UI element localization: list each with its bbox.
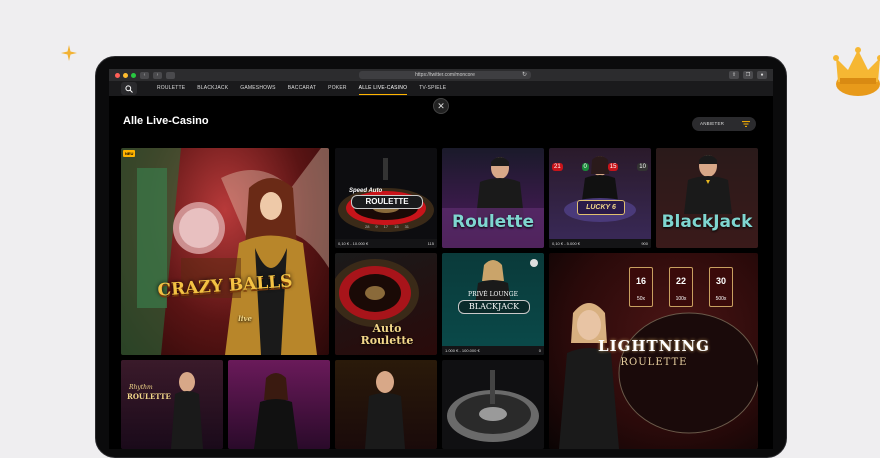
- maximize-window-button[interactable]: [131, 72, 136, 78]
- multiplier-card: 16 50x: [629, 267, 653, 307]
- browser-toolbar: ‹ › https://twitter.com/moncore ↻ ⇪ ❐ ●: [109, 69, 773, 81]
- nav-alle-live-casino[interactable]: ALLE LIVE-CASINO: [353, 81, 414, 96]
- player-count: 115: [427, 241, 434, 246]
- close-window-button[interactable]: [115, 72, 120, 78]
- multiplier-number: 22: [675, 276, 686, 286]
- game-tile-dealer-2[interactable]: [335, 360, 437, 449]
- back-button[interactable]: ‹: [140, 71, 149, 79]
- nav-roulette[interactable]: ROULETTE: [151, 81, 191, 96]
- close-button[interactable]: ✕: [433, 98, 449, 114]
- dealer-artwork: [365, 371, 405, 449]
- game-tile-auto-roulette[interactable]: Auto Roulette: [335, 253, 437, 355]
- blackjack-title: BlackJack: [661, 212, 753, 232]
- last-number: 15: [394, 224, 399, 229]
- game-tile-rhythm-roulette[interactable]: Rhythm ROULETTE: [121, 360, 223, 449]
- nav-poker[interactable]: POKER: [322, 81, 353, 96]
- multiplier-value: 50x: [636, 296, 646, 302]
- roulette-wheel-artwork: [447, 370, 539, 442]
- browser-screen: ‹ › https://twitter.com/moncore ↻ ⇪ ❐ ●: [109, 69, 773, 449]
- tile-caption: 0,10 € - 10.000 € 115: [335, 239, 437, 248]
- lightning-multipliers: 16 50x 22 100x 30 500x: [621, 267, 741, 307]
- crown-icon: [833, 47, 880, 96]
- multiplier-card: 30 500x: [709, 267, 733, 307]
- number-ball: 15: [607, 163, 619, 171]
- bet-limits: 1.000 € - 100.000 €: [445, 348, 480, 353]
- tabs-icon[interactable]: ❐: [743, 71, 753, 79]
- page-title: Alle Live-Casino: [123, 115, 209, 127]
- filter-icon: [742, 121, 750, 127]
- lightning-title: LIGHTNING: [598, 337, 710, 355]
- url-text: https://twitter.com/moncore: [415, 72, 475, 78]
- game-tile-prive-blackjack[interactable]: PRIVÉ LOUNGE BLACKJACK 1.000 € - 100.000…: [442, 253, 544, 355]
- forward-button[interactable]: ›: [153, 71, 162, 79]
- number-ball: 10: [637, 163, 648, 171]
- multiplier-number: 16: [635, 276, 646, 286]
- search-button[interactable]: [121, 82, 137, 95]
- game-tile-crazy-balls[interactable]: NEU CRAZY BALLS live: [121, 148, 329, 355]
- tile-caption: 1.000 € - 100.000 € 0: [442, 346, 544, 355]
- player-count: 900: [641, 241, 648, 246]
- last-number: 31: [404, 224, 410, 229]
- lucky6-numbers: 21 0 15 10: [549, 163, 651, 171]
- crazy-balls-artwork: [121, 148, 329, 355]
- provider-filter-button[interactable]: ANBIETER: [692, 117, 756, 131]
- prive-title: BLACKJACK: [458, 300, 530, 314]
- rhythm-pre: Rhythm: [129, 384, 153, 391]
- dealer-artwork: [171, 372, 203, 449]
- multiplier-value: 100x: [675, 296, 687, 302]
- extension-icon[interactable]: ●: [757, 71, 767, 79]
- address-bar[interactable]: https://twitter.com/moncore ↻: [359, 71, 531, 79]
- nav-baccarat[interactable]: BACCARAT: [282, 81, 322, 96]
- dealer-artwork: [442, 157, 544, 248]
- roulette-title: Roulette: [451, 212, 534, 232]
- sidebar-toggle-button[interactable]: [166, 71, 175, 79]
- lucky6-title: LUCKY 6: [577, 200, 625, 215]
- game-tile-blackjack[interactable]: BlackJack: [656, 148, 758, 248]
- prive-pre: PRIVÉ LOUNGE: [468, 291, 518, 298]
- nav-gameshows[interactable]: GAMESHOWS: [234, 81, 281, 96]
- game-tile-dealer-1[interactable]: [228, 360, 330, 449]
- number-ball: 0: [581, 163, 589, 171]
- multiplier-value: 500x: [715, 296, 727, 302]
- bet-limits: 0,10 € - 5.000 €: [552, 241, 581, 246]
- search-icon: [125, 85, 133, 93]
- provider-filter-label: ANBIETER: [700, 121, 725, 126]
- game-tile-roulette[interactable]: Roulette: [442, 148, 544, 248]
- player-count: 0: [538, 348, 541, 353]
- reload-icon[interactable]: ↻: [522, 71, 527, 79]
- last-number: 17: [383, 224, 389, 229]
- game-tile-lightning-roulette[interactable]: 16 50x 22 100x 30 500x LIGHTNING ROULETT…: [549, 253, 758, 449]
- last-number: 28: [364, 224, 370, 229]
- speed-auto-title: ROULETTE: [351, 195, 423, 209]
- dealer-artwork: [254, 373, 298, 449]
- crazy-balls-subtitle: live: [238, 314, 252, 323]
- game-tile-speed-auto-roulette[interactable]: Speed Auto ROULETTE 28 9 17 15 31 0,10 €…: [335, 148, 437, 248]
- laptop-frame: ‹ › https://twitter.com/moncore ↻ ⇪ ❐ ●: [95, 56, 787, 458]
- auto-roulette-title: Auto Roulette: [360, 322, 414, 347]
- speed-auto-pre: Speed Auto: [349, 188, 383, 194]
- lightning-subtitle: ROULETTE: [620, 357, 688, 368]
- sparkle-icon: [61, 45, 77, 61]
- dealer-artwork: [684, 155, 732, 214]
- last-number: 9: [375, 224, 378, 229]
- nav-blackjack[interactable]: BLACKJACK: [191, 81, 234, 96]
- tile-caption: 0,10 € - 5.000 € 900: [549, 239, 651, 248]
- rhythm-title: ROULETTE: [127, 392, 171, 401]
- new-badge: NEU: [123, 150, 136, 157]
- game-tile-lucky6[interactable]: 21 0 15 10 LUCKY 6 0,10 € - 5.000 € 900: [549, 148, 651, 248]
- top-navigation: ROULETTE BLACKJACK GAMESHOWS BACCARAT PO…: [109, 81, 773, 96]
- share-icon[interactable]: ⇪: [729, 71, 739, 79]
- multiplier-card: 22 100x: [669, 267, 693, 307]
- game-tile-roulette-wheel[interactable]: [442, 360, 544, 449]
- bet-limits: 0,10 € - 10.000 €: [338, 241, 369, 246]
- nav-tv-spiele[interactable]: TV-SPIELE: [413, 81, 452, 96]
- minimize-window-button[interactable]: [123, 72, 128, 78]
- multiplier-number: 30: [715, 276, 726, 286]
- last-numbers: 28 9 17 15 31: [347, 224, 427, 231]
- number-ball: 21: [552, 163, 563, 171]
